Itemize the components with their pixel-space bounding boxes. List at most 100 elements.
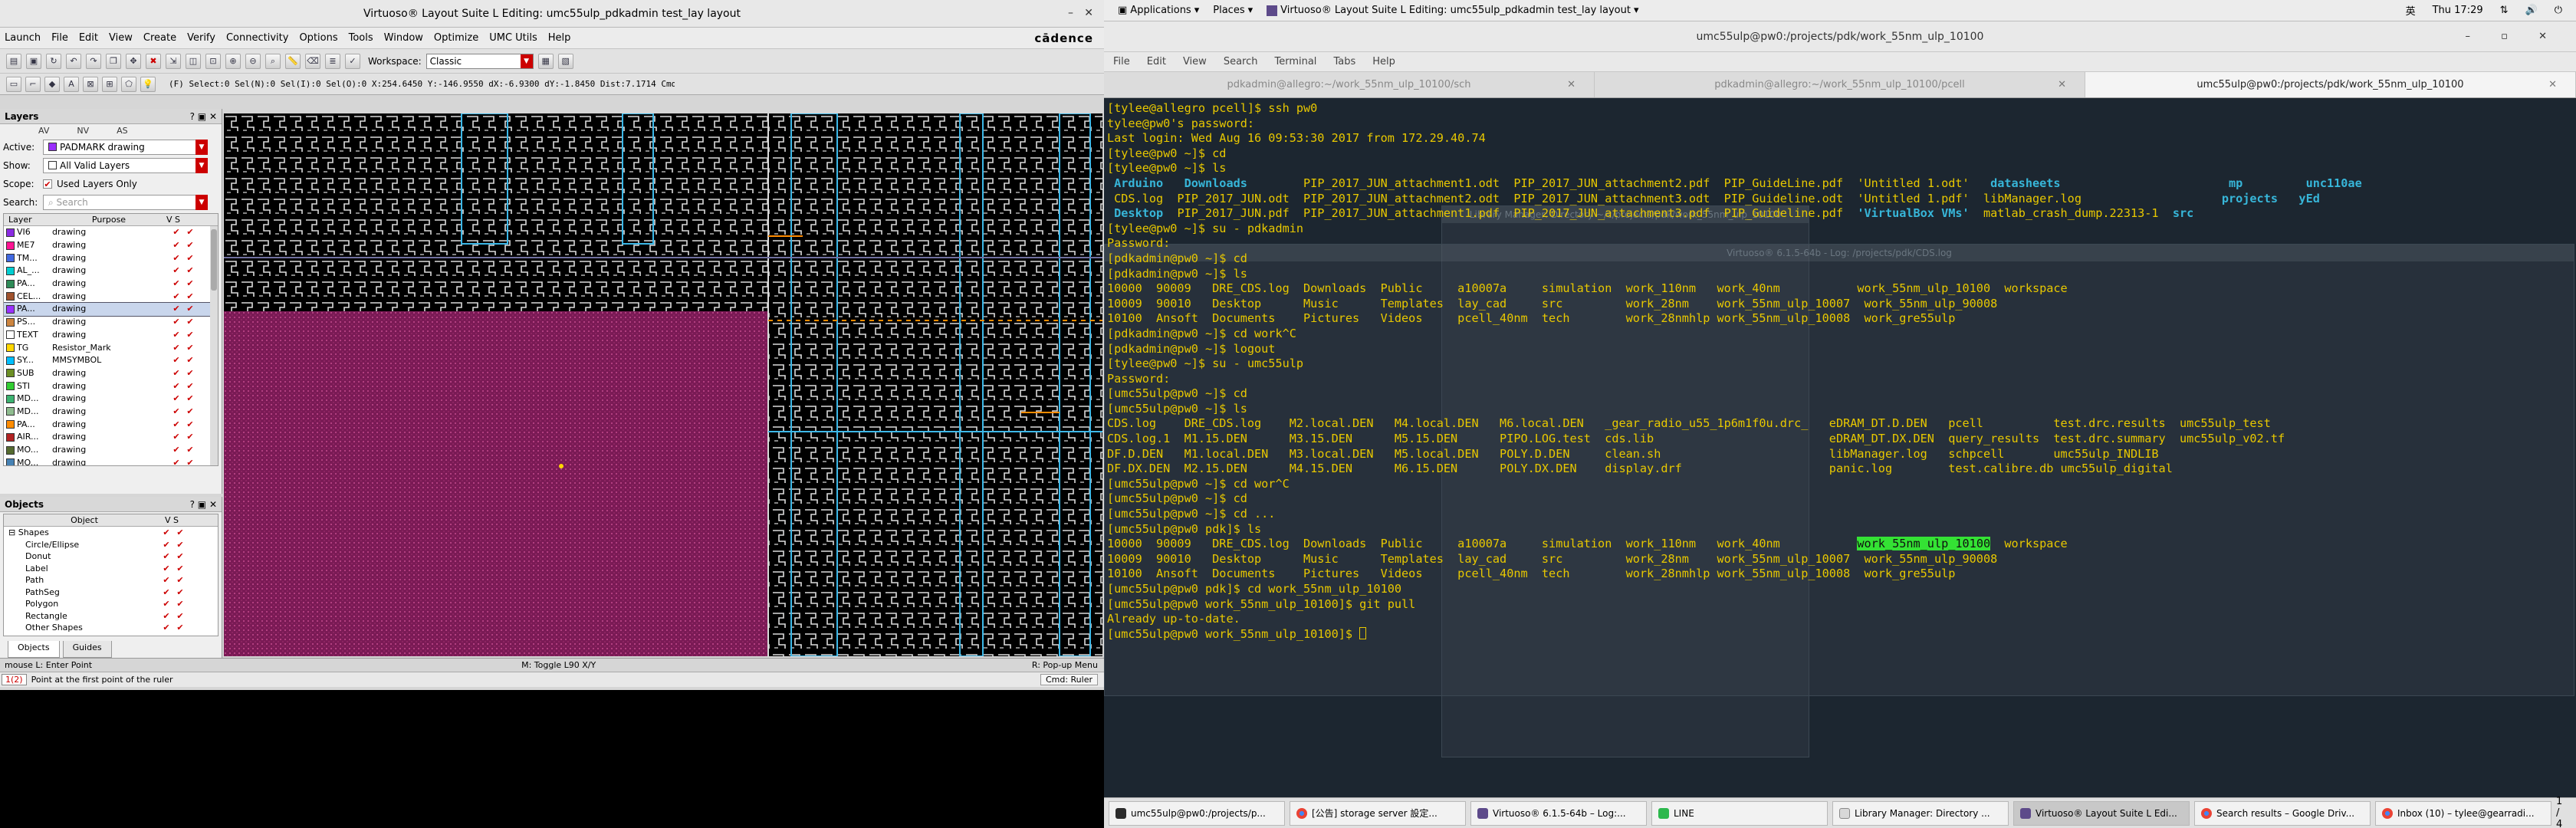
visible-checkbox[interactable]: ✔ [172,432,181,442]
fit-icon[interactable]: ⊡ [205,53,221,69]
menu-create[interactable]: Create [143,32,176,44]
taskbar-item[interactable]: LINE [1651,800,1828,826]
selectable-checkbox[interactable]: ✔ [186,381,195,391]
tab-objects[interactable]: Objects [8,641,60,658]
selectable-checkbox[interactable]: ✔ [186,458,195,465]
selectable-checkbox[interactable]: ✔ [186,266,195,275]
terminal-menu-view[interactable]: View [1183,56,1207,67]
visible-checkbox[interactable]: ✔ [162,623,171,632]
layer-row[interactable]: TG Resistor_Mark ✔ ✔ [4,341,218,354]
menu-connectivity[interactable]: Connectivity [226,32,288,44]
vs-col-header[interactable]: V S [165,514,196,526]
selectable-checkbox[interactable]: ✔ [176,552,185,561]
visible-checkbox[interactable]: ✔ [162,587,171,597]
applications-menu[interactable]: ▣ Applications ▾ [1118,5,1199,16]
visible-checkbox[interactable]: ✔ [172,266,181,275]
workspace-save-icon[interactable]: ▦ [537,53,554,69]
power-icon[interactable]: ⏻ [2555,5,2562,16]
create-rect-icon[interactable]: ▭ [6,76,21,92]
selectable-checkbox[interactable]: ✔ [186,241,195,250]
selectable-checkbox[interactable]: ✔ [186,394,195,403]
selectable-checkbox[interactable]: ✔ [176,576,185,585]
layer-row[interactable]: PA... drawing ✔ ✔ [4,418,218,431]
selectable-checkbox[interactable]: ✔ [176,600,185,609]
selectable-checkbox[interactable]: ✔ [186,330,195,340]
chevron-down-icon[interactable]: ▼ [196,140,208,155]
selectable-checkbox[interactable]: ✔ [176,587,185,597]
layer-row[interactable]: PS... drawing ✔ ✔ [4,316,218,329]
visible-checkbox[interactable]: ✔ [162,576,171,585]
menu-options[interactable]: Options [299,32,337,44]
object-row[interactable]: Polygon ✔ ✔ [4,598,218,610]
object-row[interactable]: Rectangle ✔ ✔ [4,610,218,623]
copy-icon[interactable]: ❐ [106,53,121,69]
properties-icon[interactable]: ◫ [186,53,201,69]
zoom-out-icon[interactable]: ⊖ [245,53,261,69]
visible-checkbox[interactable]: ✔ [172,228,181,237]
terminal-menu-help[interactable]: Help [1372,56,1395,67]
menu-file[interactable]: File [51,32,68,44]
search-icon[interactable]: ⌕ [265,53,281,69]
tab-guides[interactable]: Guides [62,641,112,658]
visible-checkbox[interactable]: ✔ [172,356,181,365]
visible-checkbox[interactable]: ✔ [172,458,181,465]
terminal-titlebar[interactable]: umc55ulp@pw0:/projects/pdk/work_55nm_ulp… [1104,21,2576,52]
visible-checkbox[interactable]: ✔ [172,291,181,301]
taskbar-item[interactable]: Library Manager: Directory ... [1832,800,2009,826]
layer-row[interactable]: MO... drawing ✔ ✔ [4,456,218,465]
input-method[interactable]: 英 [2406,3,2416,18]
create-via-icon[interactable]: ⊠ [83,76,98,92]
selectable-checkbox[interactable]: ✔ [176,611,185,621]
tab-sch[interactable]: pdkadmin@allegro:~/work_55nm_ulp_10100/s… [1104,72,1595,97]
visible-checkbox[interactable]: ✔ [162,600,171,609]
tab-pcell[interactable]: pdkadmin@allegro:~/work_55nm_ulp_10100/p… [1595,72,2085,97]
menu-tools[interactable]: Tools [349,32,373,44]
visible-checkbox[interactable]: ✔ [172,368,181,378]
stretch-icon[interactable]: ⇲ [166,53,181,69]
terminal-menu-terminal[interactable]: Terminal [1274,56,1316,67]
layer-row[interactable]: MD... drawing ✔ ✔ [4,393,218,406]
layer-row[interactable]: AIR... drawing ✔ ✔ [4,431,218,444]
create-label-icon[interactable]: A [64,76,79,92]
chevron-down-icon[interactable]: ▼ [196,195,208,210]
layer-row[interactable]: ME7 drawing ✔ ✔ [4,239,218,252]
terminal-menu-search[interactable]: Search [1224,56,1258,67]
reload-icon[interactable]: ↻ [46,53,61,69]
selectable-checkbox[interactable]: ✔ [186,317,195,327]
taskbar-item[interactable]: Inbox (10) – tylee@gearradi... [2375,800,2551,826]
virtuoso-titlebar[interactable]: Virtuoso® Layout Suite L Editing: umc55u… [0,0,1104,28]
layer-row[interactable]: PA... drawing ✔ ✔ [4,302,218,317]
minimize-icon[interactable]: – [1068,7,1073,19]
visible-checkbox[interactable]: ✔ [172,253,181,263]
layer-row[interactable]: CEL... drawing ✔ ✔ [4,290,218,303]
visible-checkbox[interactable]: ✔ [162,564,171,573]
selectable-checkbox[interactable]: ✔ [186,432,195,442]
selectable-checkbox[interactable]: ✔ [186,279,195,288]
visible-checkbox[interactable]: ✔ [162,611,171,621]
layer-row[interactable]: TEXT drawing ✔ ✔ [4,329,218,342]
visible-checkbox[interactable]: ✔ [162,552,171,561]
active-app-menu[interactable]: Virtuoso® Layout Suite L Editing: umc55u… [1267,5,1638,16]
object-row[interactable]: ⊟ Shapes ✔ ✔ [4,527,218,539]
move-icon[interactable]: ✥ [126,53,141,69]
selectable-checkbox[interactable]: ✔ [186,406,195,416]
visible-checkbox[interactable]: ✔ [172,317,181,327]
clock[interactable]: Thu 17:29 [2433,5,2483,16]
taskbar-item[interactable]: umc55ulp@pw0:/projects/p... [1109,800,1285,826]
tab-work-55nm[interactable]: umc55ulp@pw0:/projects/pdk/work_55nm_ulp… [2085,72,2576,97]
selectable-checkbox[interactable]: ✔ [186,253,195,263]
layer-scrollbar[interactable] [210,226,218,465]
layer-search-input[interactable]: ⌕ Search ▼ [43,195,208,210]
layer-row[interactable]: MD... drawing ✔ ✔ [4,406,218,419]
object-row[interactable]: Circle/Ellipse ✔ ✔ [4,539,218,551]
menu-view[interactable]: View [109,32,133,44]
selectable-checkbox[interactable]: ✔ [186,291,195,301]
places-menu[interactable]: Places ▾ [1213,5,1253,16]
layer-row[interactable]: STI drawing ✔ ✔ [4,380,218,393]
visible-checkbox[interactable]: ✔ [162,528,171,537]
create-polygon-icon[interactable]: ⬠ [121,76,136,92]
layer-row[interactable]: PA... drawing ✔ ✔ [4,278,218,291]
zoom-in-icon[interactable]: ⊕ [225,53,241,69]
selectable-checkbox[interactable]: ✔ [186,343,195,353]
close-icon[interactable]: ✕ [1567,72,1576,98]
